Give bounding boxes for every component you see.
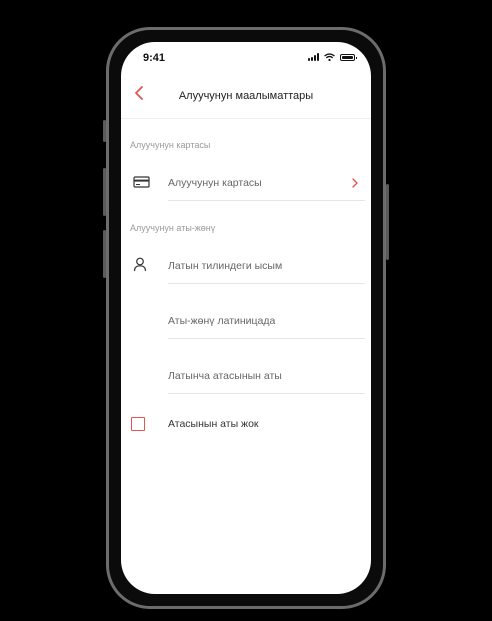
credit-card-icon — [133, 176, 150, 188]
screen: 9:41 Алуучунун маалыматтары Алуучунун ка… — [121, 42, 371, 594]
volume-up-button — [103, 168, 106, 216]
page-title: Алуучунун маалыматтары — [178, 90, 314, 102]
chevron-right-icon — [352, 178, 358, 188]
last-name-input[interactable]: Аты-жөнү латиницада — [168, 305, 365, 339]
section-name-heading: Алуучунун аты-жөнү — [130, 223, 216, 233]
volume-down-button — [103, 230, 106, 278]
status-time: 9:41 — [143, 52, 166, 64]
recipient-card-label: Алуучунун картасы — [168, 177, 262, 189]
first-name-input[interactable]: Латын тилиндеги ысым — [168, 250, 365, 284]
phone-frame: 9:41 Алуучунун маалыматтары Алуучунун ка… — [103, 27, 389, 609]
silent-switch — [103, 120, 106, 142]
status-icons — [308, 53, 357, 61]
section-card-heading: Алуучунун картасы — [130, 140, 211, 150]
recipient-card-select[interactable]: Алуучунун картасы — [168, 167, 365, 201]
nav-bar: Алуучунун маалыматтары — [121, 74, 371, 119]
user-icon — [133, 257, 147, 272]
no-patronymic-label[interactable]: Атасынын аты жок — [168, 418, 259, 430]
patronymic-input[interactable]: Латынча атасынын аты — [168, 360, 365, 394]
first-name-placeholder: Латын тилиндеги ысым — [168, 260, 283, 272]
signal-icon — [308, 53, 319, 61]
no-patronymic-checkbox[interactable] — [131, 417, 145, 431]
wifi-icon — [324, 53, 335, 61]
battery-icon — [340, 53, 357, 61]
power-button — [386, 184, 389, 260]
patronymic-placeholder: Латынча атасынын аты — [168, 370, 282, 382]
status-bar: 9:41 — [121, 42, 371, 74]
last-name-placeholder: Аты-жөнү латиницада — [168, 315, 276, 327]
